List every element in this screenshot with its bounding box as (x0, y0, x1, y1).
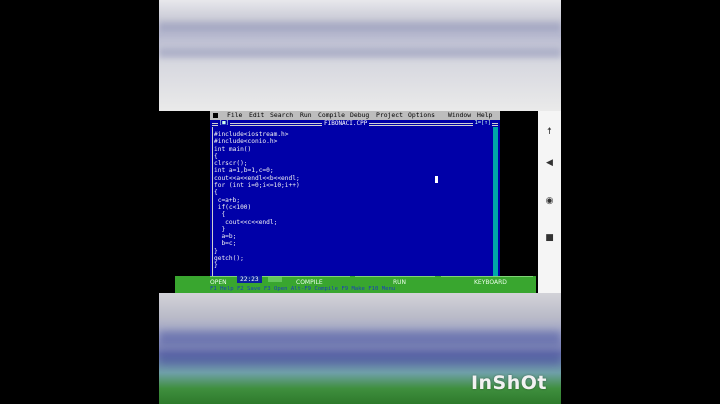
text-cursor (435, 176, 438, 183)
menu-window[interactable]: Window (448, 111, 471, 120)
editor-title-bar: [■] FIBONACI.CPP 1=[↑] (212, 120, 498, 127)
window-zoom-icon[interactable]: 1=[↑] (473, 120, 492, 127)
menu-debug[interactable]: Debug (350, 111, 369, 120)
code-line: int main() (214, 145, 252, 153)
back-icon[interactable]: ◀ (544, 158, 555, 169)
menu-compile[interactable]: Compile (318, 111, 345, 120)
blurred-background-top (159, 0, 561, 111)
menu-file[interactable]: File (227, 111, 242, 120)
code-line: } (214, 247, 218, 255)
code-editor[interactable]: #include<iostream.h> #include<conio.h> int… (214, 131, 490, 270)
code-line: a=b; (214, 233, 237, 241)
code-line: b=c; (214, 240, 237, 248)
vertical-scrollbar[interactable] (493, 127, 498, 277)
phone-nav-bar: ☨ ◀ ◉ ■ (538, 111, 561, 293)
code-line: getch(); (214, 255, 244, 263)
code-line: if(c<100) (214, 203, 252, 211)
code-line: c=a+b; (214, 196, 241, 204)
code-line: } (214, 225, 226, 233)
system-menu-icon[interactable] (213, 113, 218, 118)
turbo-c-ide: File Edit Search Run Compile Debug Proje… (210, 111, 500, 277)
home-icon[interactable]: ◉ (544, 196, 555, 207)
code-line: } (214, 262, 218, 270)
code-line: cout<<c<<endl; (214, 218, 278, 226)
menu-help[interactable]: Help (477, 111, 492, 120)
menu-bar: File Edit Search Run Compile Debug Proje… (210, 111, 500, 120)
inshot-watermark: InShOt (470, 372, 547, 394)
code-line: clrscr(); (214, 160, 248, 168)
recents-icon[interactable]: ■ (544, 233, 555, 244)
clock: 22:23 (237, 276, 262, 283)
menu-options[interactable]: Options (408, 111, 435, 120)
window-border (212, 127, 213, 277)
window-close-icon[interactable]: [■] (218, 120, 230, 127)
accessibility-icon[interactable]: ☨ (544, 127, 555, 138)
editor-file-title: FIBONACI.CPP (322, 120, 370, 127)
code-line: { (214, 189, 218, 197)
code-line: { (214, 152, 218, 160)
menu-run[interactable]: Run (300, 111, 312, 120)
code-line: cout<<a<<endl<<b<<endl; (214, 174, 300, 182)
code-line: for (int i=0;i<=10;i++) (214, 182, 300, 190)
menu-edit[interactable]: Edit (249, 111, 264, 120)
code-line: int a=1,b=1,c=0; (214, 167, 274, 175)
code-line: #include<iostream.h> (214, 131, 289, 138)
code-line: #include<conio.h> (214, 138, 278, 146)
clock-indicator (268, 277, 282, 282)
menu-project[interactable]: Project (376, 111, 403, 120)
menu-search[interactable]: Search (270, 111, 293, 120)
status-line: F1 Help F2 Save F3 Open Alt-F9 Compile F… (210, 286, 396, 292)
code-line: { (214, 211, 226, 219)
